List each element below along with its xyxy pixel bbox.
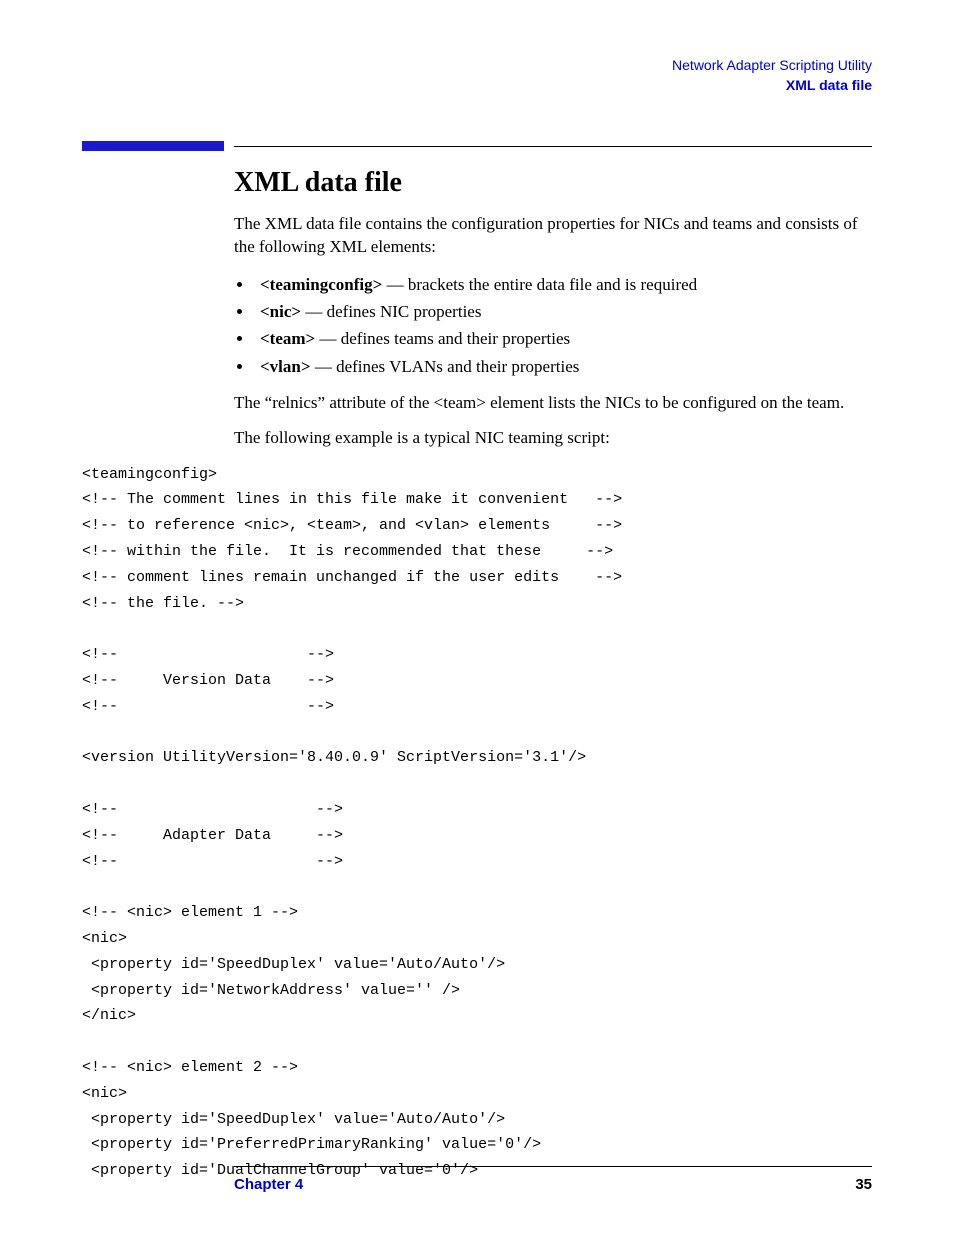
- section-heading: XML data file: [234, 167, 872, 199]
- tag-name: <vlan>: [260, 357, 311, 376]
- tag-name: <team>: [260, 329, 315, 348]
- page-footer: Chapter 4 35: [234, 1176, 872, 1193]
- tag-name: <nic>: [260, 302, 301, 321]
- list-item: <teamingconfig> — brackets the entire da…: [254, 271, 872, 298]
- blue-accent-bar: [82, 141, 224, 151]
- page-header: Network Adapter Scripting Utility XML da…: [82, 56, 872, 95]
- tag-desc: — defines NIC properties: [301, 302, 481, 321]
- example-intro-paragraph: The following example is a typical NIC t…: [234, 427, 872, 450]
- footer-chapter: Chapter 4: [234, 1176, 303, 1193]
- code-example: <teamingconfig> <!-- The comment lines i…: [82, 462, 872, 1184]
- intro-paragraph: The XML data file contains the configura…: [234, 213, 872, 259]
- list-item: <vlan> — defines VLANs and their propert…: [254, 353, 872, 380]
- tag-name: <teamingconfig>: [260, 275, 382, 294]
- tag-desc: — brackets the entire data file and is r…: [382, 275, 697, 294]
- header-section-title: XML data file: [82, 76, 872, 96]
- tag-desc: — defines teams and their properties: [315, 329, 570, 348]
- tag-desc: — defines VLANs and their properties: [311, 357, 580, 376]
- horizontal-rule: [234, 146, 872, 147]
- footer-rule: [234, 1166, 872, 1167]
- header-doc-title: Network Adapter Scripting Utility: [82, 56, 872, 76]
- footer-page-number: 35: [855, 1176, 872, 1193]
- list-item: <team> — defines teams and their propert…: [254, 325, 872, 352]
- list-item: <nic> — defines NIC properties: [254, 298, 872, 325]
- relnics-paragraph: The “relnics” attribute of the <team> el…: [234, 392, 872, 415]
- element-list: <teamingconfig> — brackets the entire da…: [234, 271, 872, 380]
- section-rule: [82, 141, 872, 151]
